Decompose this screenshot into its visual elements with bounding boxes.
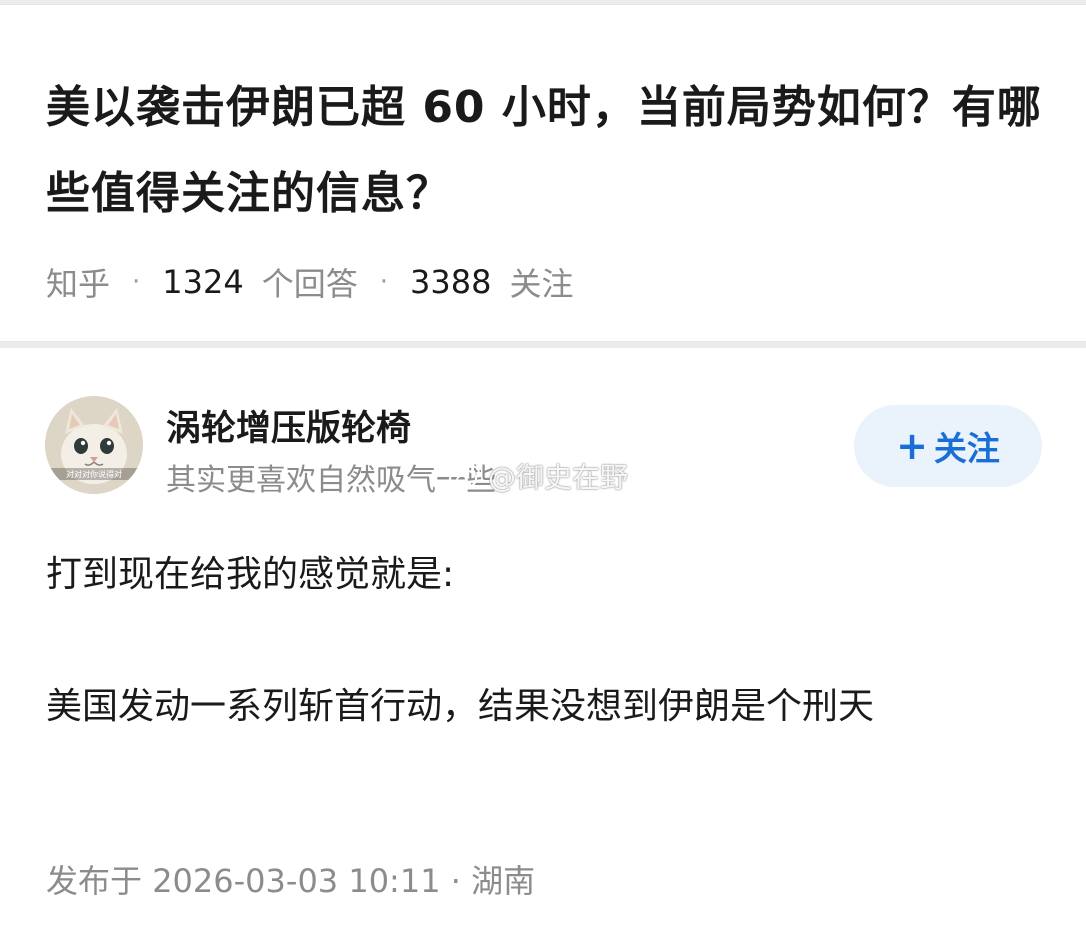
cat-avatar-icon: 对对对你说得对 <box>45 396 143 494</box>
question-title[interactable]: 美以袭击伊朗已超 60 小时，当前局势如何？有哪些值得关注的信息？ <box>46 65 1046 237</box>
answer-card: 对对对你说得对 涡轮增压版轮椅 其实更喜欢自然吸气一些 @御史在野 + 关注 打… <box>0 348 1086 947</box>
publish-time: 2026-03-03 10:11 <box>152 862 441 900</box>
answer-count: 1324 <box>162 263 244 301</box>
follow-button[interactable]: + 关注 <box>854 405 1042 487</box>
meta-separator: · <box>132 267 141 297</box>
source-label: 知乎 <box>46 265 111 303</box>
follower-count: 3388 <box>410 263 492 301</box>
author-bio: 其实更喜欢自然吸气一些 <box>166 463 496 498</box>
watermark-text: @御史在野 <box>488 461 629 494</box>
answer-count-label: 个回答 <box>261 265 358 303</box>
meta-separator: · <box>379 267 388 297</box>
weibo-icon <box>448 465 480 490</box>
publish-info: 发布于 2026-03-03 10:11 · 湖南 <box>46 856 535 902</box>
avatar-caption: 对对对你说得对 <box>66 469 122 479</box>
publish-location: 湖南 <box>471 862 536 900</box>
follower-count-label: 关注 <box>509 265 574 303</box>
answer-paragraph: 打到现在给我的感觉就是: <box>46 554 455 595</box>
publish-label: 发布于 <box>46 862 143 900</box>
watermark: @御史在野 <box>448 456 628 496</box>
plus-icon: + <box>896 424 928 468</box>
answer-paragraph: 美国发动一系列斩首行动，结果没想到伊朗是个刑天 <box>46 686 875 727</box>
publish-separator: · <box>450 862 461 900</box>
question-meta: 知乎 · 1324 个回答 · 3388 关注 <box>46 257 573 307</box>
avatar[interactable]: 对对对你说得对 <box>45 396 143 494</box>
author-name[interactable]: 涡轮增压版轮椅 <box>166 400 411 451</box>
answer-body[interactable]: 打到现在给我的感觉就是: 美国发动一系列斩首行动，结果没想到伊朗是个刑天 <box>46 546 1046 744</box>
follow-button-label: 关注 <box>933 429 1000 468</box>
question-card[interactable]: 美以袭击伊朗已超 60 小时，当前局势如何？有哪些值得关注的信息？ 知乎 · 1… <box>0 4 1086 342</box>
